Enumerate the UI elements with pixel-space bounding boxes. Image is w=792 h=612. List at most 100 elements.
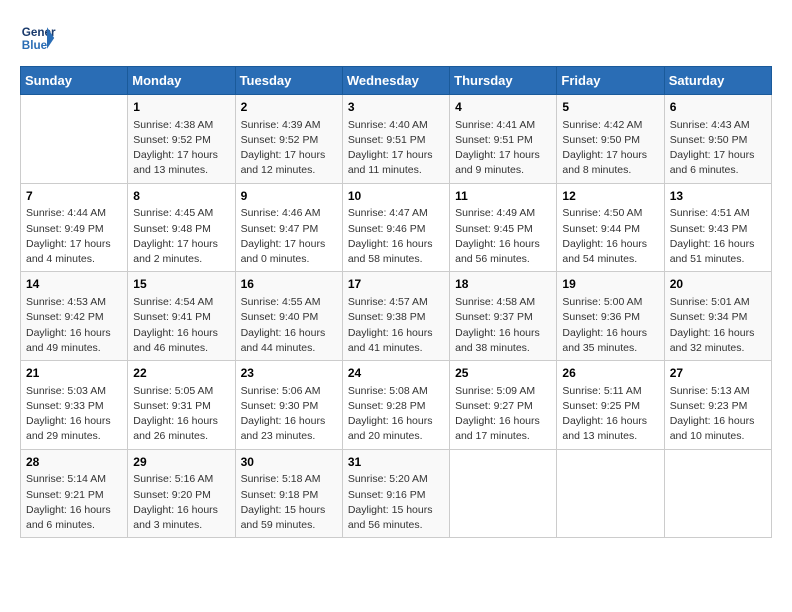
day-number: 30 <box>241 454 337 471</box>
day-number: 10 <box>348 188 444 205</box>
day-cell: 15 Sunrise: 4:54 AM Sunset: 9:41 PM Dayli… <box>128 272 235 361</box>
day-cell: 16 Sunrise: 4:55 AM Sunset: 9:40 PM Dayli… <box>235 272 342 361</box>
day-info: Sunrise: 5:09 AM Sunset: 9:27 PM Dayligh… <box>455 384 551 445</box>
day-number: 31 <box>348 454 444 471</box>
day-cell: 14 Sunrise: 4:53 AM Sunset: 9:42 PM Dayli… <box>21 272 128 361</box>
day-number: 20 <box>670 276 766 293</box>
day-cell: 12Sunrise: 4:50 AM Sunset: 9:44 PM Dayli… <box>557 183 664 272</box>
day-number: 15 <box>133 276 229 293</box>
day-info: Sunrise: 5:00 AM Sunset: 9:36 PM Dayligh… <box>562 295 658 356</box>
day-cell: 27Sunrise: 5:13 AM Sunset: 9:23 PM Dayli… <box>664 361 771 450</box>
day-info: Sunrise: 4:54 AM Sunset: 9:41 PM Dayligh… <box>133 295 229 356</box>
week-row-4: 21Sunrise: 5:03 AM Sunset: 9:33 PM Dayli… <box>21 361 772 450</box>
week-row-1: 1 Sunrise: 4:38 AM Sunset: 9:52 PM Daylig… <box>21 95 772 184</box>
day-cell: 1 Sunrise: 4:38 AM Sunset: 9:52 PM Daylig… <box>128 95 235 184</box>
day-info: Sunrise: 4:40 AM Sunset: 9:51 PM Dayligh… <box>348 118 444 179</box>
weekday-header-row: SundayMondayTuesdayWednesdayThursdayFrid… <box>21 67 772 95</box>
day-cell: 17 Sunrise: 4:57 AM Sunset: 9:38 PM Dayli… <box>342 272 449 361</box>
day-cell: 9Sunrise: 4:46 AM Sunset: 9:47 PM Daylig… <box>235 183 342 272</box>
day-cell: 23 Sunrise: 5:06 AM Sunset: 9:30 PM Dayli… <box>235 361 342 450</box>
weekday-header-tuesday: Tuesday <box>235 67 342 95</box>
day-info: Sunrise: 4:51 AM Sunset: 9:43 PM Dayligh… <box>670 206 766 267</box>
day-cell: 26 Sunrise: 5:11 AM Sunset: 9:25 PM Dayli… <box>557 361 664 450</box>
week-row-2: 7Sunrise: 4:44 AM Sunset: 9:49 PM Daylig… <box>21 183 772 272</box>
day-number: 14 <box>26 276 122 293</box>
day-number: 6 <box>670 99 766 116</box>
day-number: 22 <box>133 365 229 382</box>
day-cell <box>664 449 771 538</box>
day-cell: 19 Sunrise: 5:00 AM Sunset: 9:36 PM Dayli… <box>557 272 664 361</box>
day-number: 16 <box>241 276 337 293</box>
day-number: 4 <box>455 99 551 116</box>
svg-text:Blue: Blue <box>22 39 48 52</box>
day-info: Sunrise: 4:43 AM Sunset: 9:50 PM Dayligh… <box>670 118 766 179</box>
weekday-header-wednesday: Wednesday <box>342 67 449 95</box>
day-info: Sunrise: 4:58 AM Sunset: 9:37 PM Dayligh… <box>455 295 551 356</box>
day-info: Sunrise: 4:55 AM Sunset: 9:40 PM Dayligh… <box>241 295 337 356</box>
day-info: Sunrise: 4:50 AM Sunset: 9:44 PM Dayligh… <box>562 206 658 267</box>
day-info: Sunrise: 5:06 AM Sunset: 9:30 PM Dayligh… <box>241 384 337 445</box>
day-number: 8 <box>133 188 229 205</box>
day-cell: 22Sunrise: 5:05 AM Sunset: 9:31 PM Dayli… <box>128 361 235 450</box>
day-info: Sunrise: 5:16 AM Sunset: 9:20 PM Dayligh… <box>133 472 229 533</box>
day-cell: 21Sunrise: 5:03 AM Sunset: 9:33 PM Dayli… <box>21 361 128 450</box>
day-number: 11 <box>455 188 551 205</box>
day-info: Sunrise: 4:42 AM Sunset: 9:50 PM Dayligh… <box>562 118 658 179</box>
day-number: 26 <box>562 365 658 382</box>
day-cell: 30Sunrise: 5:18 AM Sunset: 9:18 PM Dayli… <box>235 449 342 538</box>
day-cell: 28Sunrise: 5:14 AM Sunset: 9:21 PM Dayli… <box>21 449 128 538</box>
weekday-header-thursday: Thursday <box>450 67 557 95</box>
day-cell: 10Sunrise: 4:47 AM Sunset: 9:46 PM Dayli… <box>342 183 449 272</box>
day-cell: 7Sunrise: 4:44 AM Sunset: 9:49 PM Daylig… <box>21 183 128 272</box>
weekday-header-saturday: Saturday <box>664 67 771 95</box>
day-info: Sunrise: 4:57 AM Sunset: 9:38 PM Dayligh… <box>348 295 444 356</box>
day-number: 23 <box>241 365 337 382</box>
day-info: Sunrise: 5:11 AM Sunset: 9:25 PM Dayligh… <box>562 384 658 445</box>
day-cell: 20 Sunrise: 5:01 AM Sunset: 9:34 PM Dayli… <box>664 272 771 361</box>
day-number: 5 <box>562 99 658 116</box>
day-number: 28 <box>26 454 122 471</box>
day-number: 29 <box>133 454 229 471</box>
day-cell: 31Sunrise: 5:20 AM Sunset: 9:16 PM Dayli… <box>342 449 449 538</box>
day-cell: 11Sunrise: 4:49 AM Sunset: 9:45 PM Dayli… <box>450 183 557 272</box>
day-cell: 3Sunrise: 4:40 AM Sunset: 9:51 PM Daylig… <box>342 95 449 184</box>
day-cell: 6 Sunrise: 4:43 AM Sunset: 9:50 PM Daylig… <box>664 95 771 184</box>
day-number: 9 <box>241 188 337 205</box>
day-info: Sunrise: 5:08 AM Sunset: 9:28 PM Dayligh… <box>348 384 444 445</box>
logo: General Blue <box>20 20 56 56</box>
day-cell: 29Sunrise: 5:16 AM Sunset: 9:20 PM Dayli… <box>128 449 235 538</box>
day-number: 17 <box>348 276 444 293</box>
day-info: Sunrise: 4:38 AM Sunset: 9:52 PM Dayligh… <box>133 118 229 179</box>
weekday-header-friday: Friday <box>557 67 664 95</box>
day-info: Sunrise: 4:41 AM Sunset: 9:51 PM Dayligh… <box>455 118 551 179</box>
calendar-table: SundayMondayTuesdayWednesdayThursdayFrid… <box>20 66 772 538</box>
week-row-3: 14 Sunrise: 4:53 AM Sunset: 9:42 PM Dayli… <box>21 272 772 361</box>
day-info: Sunrise: 4:45 AM Sunset: 9:48 PM Dayligh… <box>133 206 229 267</box>
day-info: Sunrise: 5:14 AM Sunset: 9:21 PM Dayligh… <box>26 472 122 533</box>
day-cell: 8Sunrise: 4:45 AM Sunset: 9:48 PM Daylig… <box>128 183 235 272</box>
day-info: Sunrise: 5:13 AM Sunset: 9:23 PM Dayligh… <box>670 384 766 445</box>
day-number: 13 <box>670 188 766 205</box>
day-cell: 25Sunrise: 5:09 AM Sunset: 9:27 PM Dayli… <box>450 361 557 450</box>
day-info: Sunrise: 5:01 AM Sunset: 9:34 PM Dayligh… <box>670 295 766 356</box>
day-info: Sunrise: 4:46 AM Sunset: 9:47 PM Dayligh… <box>241 206 337 267</box>
day-cell: 5 Sunrise: 4:42 AM Sunset: 9:50 PM Daylig… <box>557 95 664 184</box>
day-cell <box>450 449 557 538</box>
logo-icon: General Blue <box>20 20 56 56</box>
day-info: Sunrise: 4:44 AM Sunset: 9:49 PM Dayligh… <box>26 206 122 267</box>
day-info: Sunrise: 4:53 AM Sunset: 9:42 PM Dayligh… <box>26 295 122 356</box>
day-info: Sunrise: 4:49 AM Sunset: 9:45 PM Dayligh… <box>455 206 551 267</box>
day-number: 2 <box>241 99 337 116</box>
day-info: Sunrise: 5:03 AM Sunset: 9:33 PM Dayligh… <box>26 384 122 445</box>
day-number: 7 <box>26 188 122 205</box>
day-number: 19 <box>562 276 658 293</box>
weekday-header-sunday: Sunday <box>21 67 128 95</box>
day-cell <box>21 95 128 184</box>
day-number: 1 <box>133 99 229 116</box>
day-info: Sunrise: 5:20 AM Sunset: 9:16 PM Dayligh… <box>348 472 444 533</box>
day-number: 24 <box>348 365 444 382</box>
day-cell: 24 Sunrise: 5:08 AM Sunset: 9:28 PM Dayli… <box>342 361 449 450</box>
day-cell: 13Sunrise: 4:51 AM Sunset: 9:43 PM Dayli… <box>664 183 771 272</box>
day-cell: 18Sunrise: 4:58 AM Sunset: 9:37 PM Dayli… <box>450 272 557 361</box>
week-row-5: 28Sunrise: 5:14 AM Sunset: 9:21 PM Dayli… <box>21 449 772 538</box>
